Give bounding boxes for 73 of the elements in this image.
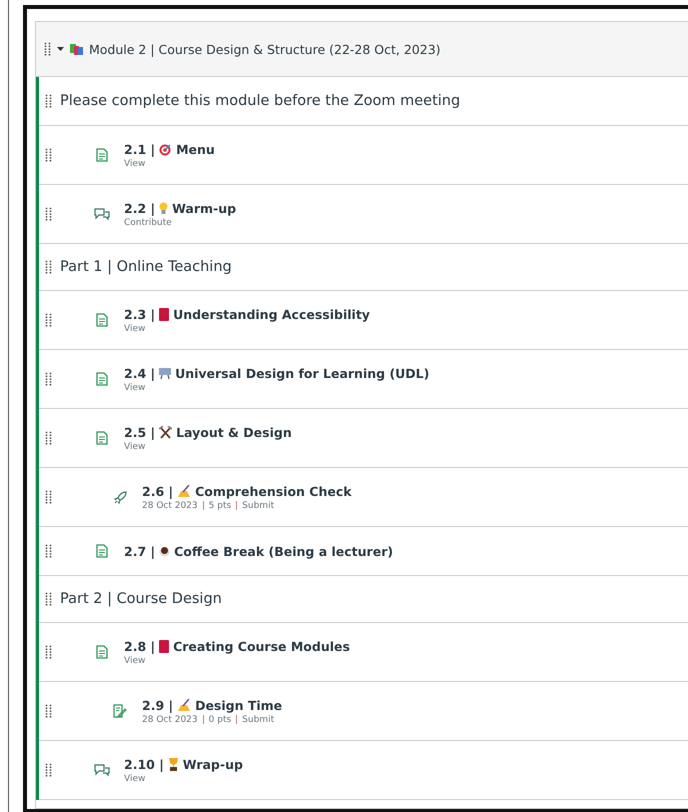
item-title[interactable]: Creating Course Modules bbox=[173, 638, 350, 654]
item-number: 2.8 | bbox=[124, 638, 156, 654]
trophy-icon bbox=[168, 758, 179, 770]
module-title: Module 2 | Course Design & Structure (22-28 Oct, 2023) bbox=[89, 42, 441, 56]
item-title[interactable]: Menu bbox=[176, 142, 215, 156]
document-icon bbox=[96, 544, 108, 558]
edit-document-icon bbox=[112, 704, 128, 718]
target-icon bbox=[159, 142, 172, 156]
item-detail: 0 pts bbox=[208, 714, 232, 724]
section-heading: Part 2 | Course Design bbox=[60, 591, 222, 607]
item-detail: View bbox=[124, 382, 146, 392]
item-title[interactable]: Design Time bbox=[195, 698, 282, 712]
item-detail: 28 Oct 2023 bbox=[142, 500, 198, 510]
rocket-icon bbox=[112, 490, 128, 504]
item-title[interactable]: Comprehension Check bbox=[195, 484, 352, 498]
item-detail: View bbox=[124, 656, 146, 666]
item-number: 2.6 | bbox=[142, 484, 174, 498]
book-icon bbox=[159, 308, 170, 320]
drag-handle-icon[interactable] bbox=[45, 313, 52, 327]
document-icon bbox=[96, 372, 108, 386]
chat-bubbles-icon bbox=[94, 763, 110, 777]
item-number: 2.5 | bbox=[124, 424, 156, 440]
item-title[interactable]: Coffee Break (Being a lecturer) bbox=[174, 544, 394, 558]
drag-handle-icon[interactable] bbox=[45, 544, 52, 558]
document-icon bbox=[96, 645, 108, 659]
item-detail: 5 pts bbox=[208, 500, 232, 510]
document-icon bbox=[96, 148, 108, 162]
item-detail: View bbox=[124, 324, 146, 334]
drag-handle-icon[interactable] bbox=[45, 207, 52, 221]
drag-handle-icon[interactable] bbox=[45, 94, 52, 108]
item-detail: View bbox=[124, 442, 146, 452]
item-detail: View bbox=[124, 158, 146, 168]
item-number: 2.10 | bbox=[124, 756, 164, 772]
coffee-cup-icon bbox=[159, 545, 170, 557]
item-title[interactable]: Understanding Accessibility bbox=[173, 306, 370, 322]
item-number: 2.1 | bbox=[124, 142, 156, 156]
item-title[interactable]: Layout & Design bbox=[176, 424, 292, 440]
drag-handle-icon[interactable] bbox=[45, 704, 52, 718]
book-icon bbox=[159, 640, 170, 652]
item-detail: View bbox=[124, 774, 146, 784]
document-icon bbox=[96, 431, 108, 445]
item-number: 2.7 | bbox=[124, 544, 156, 558]
drag-handle-icon[interactable] bbox=[45, 490, 52, 504]
item-title[interactable]: Wrap-up bbox=[182, 756, 243, 772]
item-detail: 28 Oct 2023 bbox=[142, 714, 198, 724]
drag-handle-icon[interactable] bbox=[45, 148, 52, 162]
section-heading: Please complete this module before the Zoom meeting bbox=[60, 93, 460, 109]
light-bulb-icon bbox=[159, 202, 168, 214]
item-title[interactable]: Warm-up bbox=[172, 200, 236, 216]
collapse-caret-icon[interactable] bbox=[57, 46, 64, 52]
drag-handle-icon[interactable] bbox=[45, 645, 52, 659]
item-detail: Contribute bbox=[124, 218, 172, 228]
drag-handle-icon[interactable] bbox=[45, 592, 52, 606]
item-number: 2.4 | bbox=[124, 366, 156, 380]
item-number: 2.3 | bbox=[124, 306, 156, 322]
item-detail: Submit bbox=[242, 500, 274, 510]
item-detail: Submit bbox=[242, 714, 274, 724]
drag-handle-icon[interactable] bbox=[44, 42, 51, 56]
drag-handle-icon[interactable] bbox=[45, 260, 52, 274]
section-heading: Part 1 | Online Teaching bbox=[60, 259, 232, 275]
item-title[interactable]: Universal Design for Learning (UDL) bbox=[175, 366, 430, 380]
drag-handle-icon[interactable] bbox=[45, 431, 52, 445]
writing-hand-icon bbox=[177, 484, 192, 498]
item-number: 2.9 | bbox=[142, 698, 174, 712]
chat-bubbles-icon bbox=[94, 207, 110, 221]
item-number: 2.2 | bbox=[124, 200, 156, 216]
drag-handle-icon[interactable] bbox=[45, 372, 52, 386]
writing-hand-icon bbox=[177, 698, 192, 712]
drag-handle-icon[interactable] bbox=[45, 763, 52, 777]
hammer-and-pick-icon bbox=[159, 426, 172, 438]
books-icon bbox=[70, 43, 83, 55]
document-icon bbox=[96, 313, 108, 327]
projector-screen-icon bbox=[159, 367, 172, 379]
